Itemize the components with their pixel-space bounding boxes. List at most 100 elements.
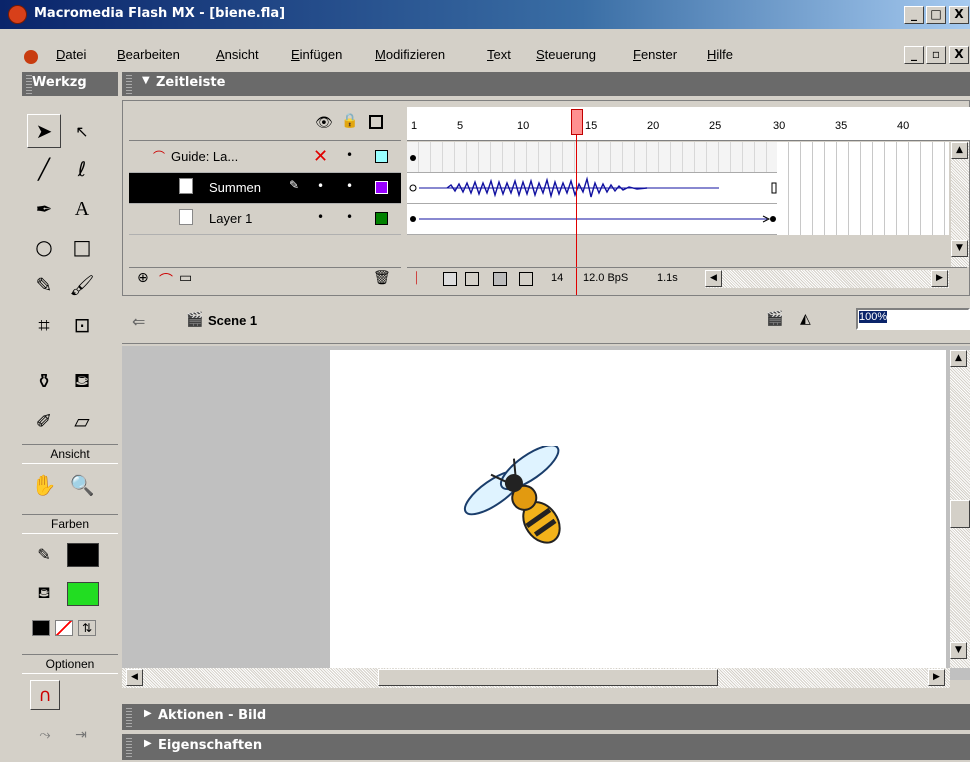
stroke-color-swatch[interactable]: [67, 543, 99, 567]
fill-transform-tool-icon[interactable]: ⊡: [65, 308, 99, 342]
lock-dot[interactable]: •: [346, 148, 353, 162]
menu-fenster[interactable]: Fenster: [633, 47, 677, 62]
timeline-hscroll[interactable]: ◀ ▶: [705, 270, 949, 288]
minimize-button[interactable]: _: [904, 6, 924, 24]
eye-icon[interactable]: 👁: [315, 115, 333, 131]
menu-hilfe[interactable]: Hilfe: [707, 47, 733, 62]
free-transform-tool-icon[interactable]: ⌗: [27, 308, 61, 342]
lock-dot[interactable]: •: [346, 179, 353, 193]
scroll-left-button[interactable]: ◀: [705, 270, 722, 287]
layer-row-layer1[interactable]: Layer 1 • •: [129, 204, 401, 235]
tools-panel-header[interactable]: Werkzg: [22, 72, 118, 96]
line-tool-icon[interactable]: ╱: [27, 152, 61, 186]
stage-scroll-right[interactable]: ▶: [928, 669, 945, 686]
menu-modifizieren[interactable]: Modifizieren: [375, 47, 445, 62]
layer-color-swatch[interactable]: [375, 150, 388, 163]
timeline-panel-header[interactable]: ▼ Zeitleiste: [122, 72, 970, 96]
menu-bearbeiten[interactable]: Bearbeiten: [117, 47, 180, 62]
add-guide-icon[interactable]: ⌒: [159, 270, 173, 290]
empty-frames-area[interactable]: [777, 142, 949, 235]
stage-scroll-up[interactable]: ▲: [950, 350, 967, 367]
edit-multiple-icon[interactable]: [493, 272, 507, 286]
timeline-grip[interactable]: [126, 74, 132, 94]
bee-graphic[interactable]: [460, 446, 600, 566]
layer-color-swatch[interactable]: [375, 181, 388, 194]
actions-grip[interactable]: [126, 707, 132, 727]
arrow-tool-icon[interactable]: ➤: [27, 114, 61, 148]
onion-skin-icon[interactable]: [443, 272, 457, 286]
default-colors-icon[interactable]: [32, 620, 50, 636]
actions-panel-header[interactable]: ▶ Aktionen - Bild: [122, 704, 970, 730]
outline-icon[interactable]: [369, 115, 383, 129]
stage[interactable]: [330, 350, 946, 668]
frames-summen[interactable]: [407, 173, 777, 204]
frames-guide[interactable]: [407, 142, 777, 173]
swap-colors-icon[interactable]: ⇅: [78, 620, 96, 636]
text-tool-icon[interactable]: A: [65, 192, 99, 226]
edit-symbol-icon[interactable]: ◭: [800, 311, 811, 327]
straighten-icon[interactable]: ⇥: [66, 720, 96, 750]
oval-tool-icon[interactable]: ○: [27, 230, 61, 264]
hand-tool-icon[interactable]: ✋: [27, 468, 61, 502]
brush-tool-icon[interactable]: 🖌: [65, 268, 99, 302]
lasso-tool-icon[interactable]: ℓ: [65, 152, 99, 186]
properties-panel-header[interactable]: ▶ Eigenschaften: [122, 734, 970, 760]
frames-layer1[interactable]: [407, 204, 777, 235]
lock-dot[interactable]: •: [346, 210, 353, 224]
add-folder-icon[interactable]: ▭: [179, 270, 192, 286]
snap-magnet-icon[interactable]: ∩: [30, 680, 60, 710]
subselect-tool-icon[interactable]: ↖: [65, 114, 99, 148]
pencil-tool-icon[interactable]: ✎: [27, 268, 61, 302]
lock-icon[interactable]: 🔒: [341, 113, 358, 129]
timeline-vscroll[interactable]: ▲ ▼: [951, 142, 969, 267]
stage-hscroll[interactable]: ◀ ▶: [122, 668, 950, 688]
hidden-x-icon[interactable]: ✕: [313, 146, 328, 167]
back-arrow-icon[interactable]: ⇐: [132, 312, 145, 331]
layer-color-swatch[interactable]: [375, 212, 388, 225]
paint-bucket-tool-icon[interactable]: ⛾: [65, 364, 99, 398]
zoom-field[interactable]: 100%: [856, 308, 970, 330]
menu-datei[interactable]: Datei: [56, 47, 86, 62]
scroll-down-button[interactable]: ▼: [951, 240, 968, 257]
tools-grip[interactable]: [26, 74, 32, 94]
add-layer-icon[interactable]: ⊕: [137, 270, 149, 286]
stage-scroll-left[interactable]: ◀: [126, 669, 143, 686]
fill-color-swatch[interactable]: [67, 582, 99, 606]
edit-scene-icon[interactable]: 🎬: [766, 311, 783, 327]
smooth-icon[interactable]: ⤳: [30, 720, 60, 750]
no-color-icon[interactable]: [55, 620, 73, 636]
stage-vscroll-thumb[interactable]: [950, 500, 970, 528]
layer-row-summen[interactable]: Summen ✎ • •: [129, 173, 401, 204]
onion-markers-icon[interactable]: [519, 272, 533, 286]
eye-dot[interactable]: •: [317, 210, 324, 224]
eraser-tool-icon[interactable]: ▱: [65, 404, 99, 438]
pen-tool-icon[interactable]: ✒: [27, 192, 61, 226]
zoom-tool-icon[interactable]: 🔍: [65, 468, 99, 502]
menu-ansicht[interactable]: Ansicht: [216, 47, 259, 62]
delete-layer-icon[interactable]: 🗑: [373, 270, 391, 286]
frame-ruler[interactable]: 1 5 10 15 20 25 30 35 40: [407, 107, 970, 141]
document-icon[interactable]: [24, 50, 38, 64]
playhead[interactable]: [571, 109, 583, 135]
menu-text[interactable]: Text: [487, 47, 511, 62]
eyedropper-tool-icon[interactable]: ✐: [27, 404, 61, 438]
scroll-up-button[interactable]: ▲: [951, 142, 968, 159]
doc-minimize-button[interactable]: _: [904, 46, 924, 64]
ink-bottle-tool-icon[interactable]: ⚱: [27, 364, 61, 398]
stage-hscroll-thumb[interactable]: [378, 669, 718, 686]
stage-vscroll[interactable]: ▲ ▼: [950, 350, 970, 668]
rectangle-tool-icon[interactable]: □: [65, 230, 99, 264]
layer-row-guide[interactable]: ⌒ Guide: La... ✕ •: [129, 142, 401, 173]
center-frame-icon[interactable]: ⏐: [413, 271, 420, 286]
scroll-right-button[interactable]: ▶: [931, 270, 948, 287]
onion-outline-icon[interactable]: [465, 272, 479, 286]
properties-grip[interactable]: [126, 737, 132, 757]
stage-scroll-down[interactable]: ▼: [950, 642, 967, 659]
eye-dot[interactable]: •: [317, 179, 324, 193]
doc-close-button[interactable]: X: [949, 46, 969, 64]
maximize-button[interactable]: □: [926, 6, 946, 24]
flash-app-icon[interactable]: [8, 5, 27, 24]
close-button[interactable]: X: [949, 6, 969, 24]
menu-einfuegen[interactable]: Einfügen: [291, 47, 342, 62]
menu-steuerung[interactable]: Steuerung: [536, 47, 596, 62]
